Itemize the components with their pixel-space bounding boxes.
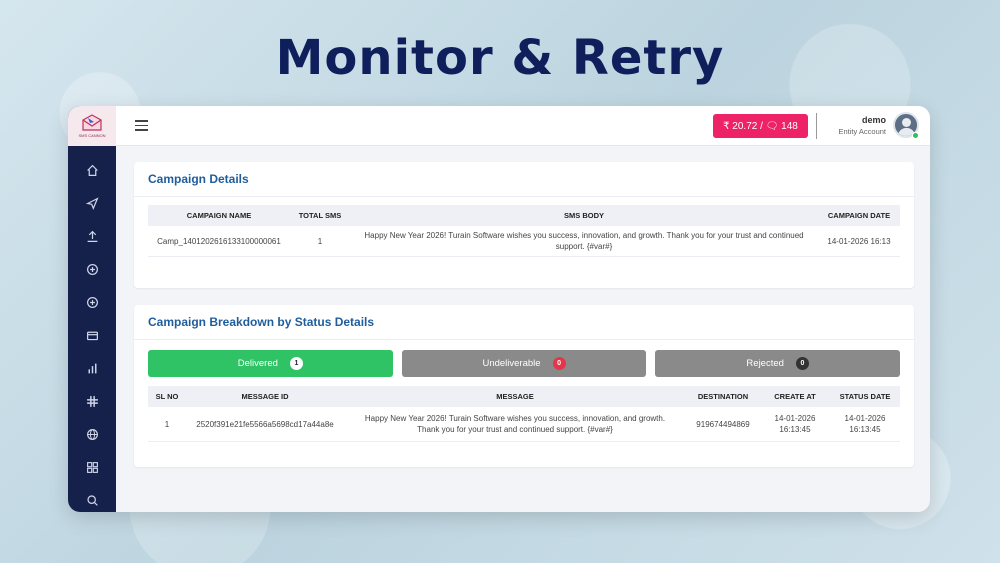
user-role: Entity Account xyxy=(838,127,886,136)
bar-chart-icon xyxy=(88,363,96,374)
breakdown-table: SL NO MESSAGE ID MESSAGE DESTINATION CRE… xyxy=(148,386,900,442)
column-header: CAMPAIGN DATE xyxy=(818,205,900,226)
column-header: CREATE AT xyxy=(760,386,830,407)
app-window: SMS CANNON ₹ 20.72 / 🗨 148 demo Entity A… xyxy=(68,106,930,512)
online-status-dot xyxy=(912,132,919,139)
message-cell: Happy New Year 2026! Turain Software wis… xyxy=(344,407,686,442)
sidebar-item-integrations[interactable] xyxy=(68,385,116,418)
count-badge: 0 xyxy=(795,357,809,370)
column-header: CAMPAIGN NAME xyxy=(148,205,290,226)
logo-text: SMS CANNON xyxy=(78,133,106,138)
card-title: Campaign Details xyxy=(134,162,914,197)
sidebar: SMS CANNON xyxy=(68,106,116,512)
status-tabs: Delivered 1 Undeliverable 0 Rejected 0 xyxy=(134,350,914,377)
sidebar-item-apps[interactable] xyxy=(68,451,116,484)
search-icon xyxy=(86,495,98,506)
card-title: Campaign Breakdown by Status Details xyxy=(134,305,914,340)
campaign-date-cell: 14-01-2026 16:13 xyxy=(818,226,900,257)
sidebar-item-add-2[interactable] xyxy=(68,286,116,319)
sidebar-item-send[interactable] xyxy=(68,187,116,220)
table-header-row: CAMPAIGN NAME TOTAL SMS SMS BODY CAMPAIG… xyxy=(148,205,900,226)
sms-body-cell: Happy New Year 2026! Turain Software wis… xyxy=(350,226,818,257)
tab-undeliverable[interactable]: Undeliverable 0 xyxy=(401,350,647,377)
home-icon xyxy=(86,164,98,176)
tab-delivered[interactable]: Delivered 1 xyxy=(148,350,393,377)
sidebar-item-search[interactable] xyxy=(68,484,116,512)
count-badge: 1 xyxy=(289,357,303,370)
slack-icon xyxy=(86,395,98,408)
user-name[interactable]: demo xyxy=(862,115,886,125)
total-sms-cell: 1 xyxy=(290,226,350,257)
card-icon xyxy=(86,331,98,341)
brand-logo[interactable]: SMS CANNON xyxy=(68,106,116,146)
envelope-logo-icon xyxy=(82,114,102,131)
hero-title: Monitor & Retry xyxy=(275,30,725,86)
sidebar-item-reports[interactable] xyxy=(68,352,116,385)
column-header: TOTAL SMS xyxy=(290,205,350,226)
sidebar-item-add[interactable] xyxy=(68,253,116,286)
sidebar-item-billing[interactable] xyxy=(68,319,116,352)
campaign-breakdown-card: Campaign Breakdown by Status Details Del… xyxy=(134,305,914,467)
column-header: SL NO xyxy=(148,386,186,407)
wallet-balance-button[interactable]: ₹ 20.72 / 🗨 148 xyxy=(713,114,808,138)
tab-label: Undeliverable xyxy=(482,358,541,369)
globe-icon xyxy=(86,429,98,440)
tab-label: Rejected xyxy=(746,358,784,369)
tab-label: Delivered xyxy=(237,358,278,369)
add-circle-icon xyxy=(86,297,98,308)
column-header: MESSAGE xyxy=(344,386,686,407)
top-bar: ₹ 20.72 / 🗨 148 demo Entity Account xyxy=(116,106,930,146)
count-badge: 0 xyxy=(552,357,566,370)
send-icon xyxy=(85,197,99,210)
table-row: 1 2520f391e21fe5566a5698cd17a44a8e Happy… xyxy=(148,407,900,442)
column-header: SMS BODY xyxy=(350,205,818,226)
column-header: MESSAGE ID xyxy=(186,386,344,407)
campaign-name-cell: Camp_1401202616133100000061 xyxy=(148,226,290,257)
created-at-cell: 14-01-2026 16:13:45 xyxy=(760,407,830,442)
destination-cell: 919674494869 xyxy=(686,407,760,442)
add-circle-icon xyxy=(86,264,98,275)
campaign-details-card: Campaign Details CAMPAIGN NAME TOTAL SMS… xyxy=(134,162,914,288)
divider xyxy=(816,113,817,139)
campaign-details-table: CAMPAIGN NAME TOTAL SMS SMS BODY CAMPAIG… xyxy=(148,205,900,257)
sl-no-cell: 1 xyxy=(148,407,186,442)
sidebar-item-upload[interactable] xyxy=(68,220,116,253)
status-date-cell: 14-01-2026 16:13:45 xyxy=(830,407,900,442)
table-row: Camp_1401202616133100000061 1 Happy New … xyxy=(148,226,900,257)
message-id-cell: 2520f391e21fe5566a5698cd17a44a8e xyxy=(186,407,344,442)
sidebar-item-home[interactable] xyxy=(68,154,116,187)
column-header: DESTINATION xyxy=(686,386,760,407)
upload-icon xyxy=(87,230,97,242)
tab-rejected[interactable]: Rejected 0 xyxy=(655,350,901,377)
grid-icon xyxy=(86,462,98,473)
column-header: STATUS DATE xyxy=(830,386,900,407)
menu-icon[interactable] xyxy=(135,120,148,131)
sidebar-item-web[interactable] xyxy=(68,418,116,451)
table-header-row: SL NO MESSAGE ID MESSAGE DESTINATION CRE… xyxy=(148,386,900,407)
